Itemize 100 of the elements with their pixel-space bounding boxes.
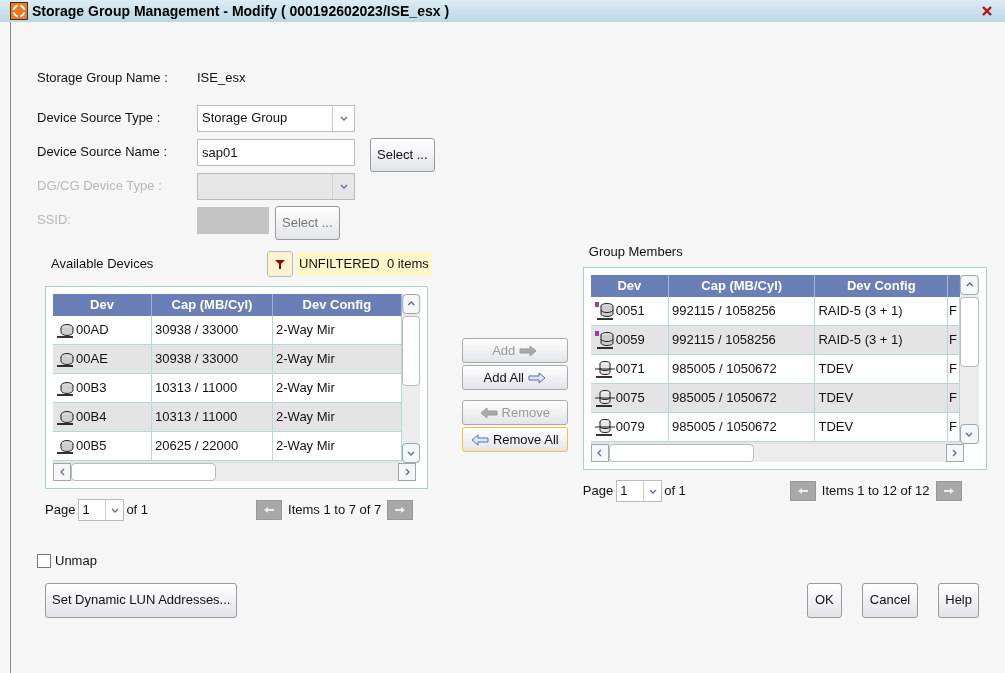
table-row[interactable]: 00B5 20625 / 22000 2-Way Mir xyxy=(53,432,402,461)
table-cell-text: RAID-5 (3 + 1) xyxy=(818,331,903,350)
left-arrow-icon xyxy=(470,433,489,446)
ssid-field[interactable] xyxy=(197,206,269,234)
flagged-disk-stack-icon xyxy=(593,302,616,320)
table-cell-text: 985005 / 1050672 xyxy=(672,418,777,437)
table-cell-text: 2-Way Mir xyxy=(276,408,335,427)
right-arrow-icon xyxy=(528,371,546,384)
table-row[interactable]: 00B4 10313 / 11000 2-Way Mir xyxy=(53,403,402,432)
field-label: SSID: xyxy=(37,211,72,230)
field-label: DG/CG Device Type : xyxy=(37,177,163,196)
table-cell-text: RAID-5 (3 + 1) xyxy=(818,302,903,321)
scroll-right-icon xyxy=(404,468,410,476)
table-cell-text: 10313 / 11000 xyxy=(155,379,238,398)
left-arrow-icon xyxy=(479,406,498,419)
table-cell-text: 985005 / 1050672 xyxy=(672,360,777,379)
table-cell-text: 00AD xyxy=(76,321,109,340)
table-cell-text: TDEV xyxy=(818,418,854,437)
next-page-button[interactable] xyxy=(387,500,414,520)
storage-group-name: ISE_esx xyxy=(197,69,246,88)
app-logo-icon xyxy=(10,2,28,20)
left-arrow-icon xyxy=(263,506,276,514)
filter-status: UNFILTERED 0 items xyxy=(296,252,432,276)
table-row[interactable]: 00AD 30938 / 33000 2-Way Mir xyxy=(53,316,402,345)
field-label: Device Source Name : xyxy=(37,143,169,162)
unmap-checkbox[interactable] xyxy=(37,553,51,568)
panel-title: Group Members xyxy=(588,243,684,262)
ok-button[interactable]: OK xyxy=(807,582,842,618)
page-label: Page xyxy=(45,501,76,520)
table-cell-text: 0059 xyxy=(615,331,645,350)
transfer-button[interactable]: Remove All xyxy=(461,427,568,452)
disk-icon xyxy=(56,322,76,338)
scroll-left-icon xyxy=(59,468,65,476)
table-row[interactable]: 0079 985005 / 1050672 TDEV F xyxy=(590,413,960,442)
table-cell-text: 2-Way Mir xyxy=(276,437,335,456)
scroll-left-icon xyxy=(597,449,603,457)
table-row[interactable]: 0075 985005 / 1050672 TDEV F xyxy=(590,384,960,413)
previous-page-button[interactable] xyxy=(256,500,283,520)
table-cell-text: 00AE xyxy=(76,350,108,369)
table-cell-text: TDEV xyxy=(818,360,854,379)
table-cell-text: 2-Way Mir xyxy=(276,350,335,369)
table-cell-text: F xyxy=(949,331,958,350)
page-combo[interactable]: 1 xyxy=(78,499,125,521)
dropdown-field[interactable] xyxy=(197,172,355,200)
table-cell-text: 0051 xyxy=(615,302,645,321)
select-button[interactable]: Select ... xyxy=(370,138,435,172)
table-cell-text: F xyxy=(949,360,958,379)
field-label: Device Source Type : xyxy=(37,109,162,128)
left-arrow-icon xyxy=(796,487,809,495)
table-cell-text: 00B4 xyxy=(76,408,107,427)
filter-icon xyxy=(275,259,285,269)
cancel-button[interactable]: Cancel xyxy=(861,582,919,618)
page-count: of 1 xyxy=(126,501,149,520)
table-cell-text: 2-Way Mir xyxy=(276,321,335,340)
table-cell-text: F xyxy=(949,389,958,408)
filter-button[interactable] xyxy=(267,251,293,277)
table-cell-text: 992115 / 1058256 xyxy=(672,331,776,350)
page-combo[interactable]: 1 xyxy=(616,480,663,502)
previous-page-button[interactable] xyxy=(789,481,816,501)
items-range: Items 1 to 12 of 12 xyxy=(821,482,930,501)
input-field[interactable]: sap01 xyxy=(197,138,355,166)
table-cell-text: 0071 xyxy=(615,360,645,379)
table-cell-text: 985005 / 1050672 xyxy=(672,389,777,408)
panel-title: Available Devices xyxy=(51,255,155,274)
table-row[interactable]: 0059 992115 / 1058256 RAID-5 (3 + 1) F xyxy=(590,326,960,355)
items-range: Items 1 to 7 of 7 xyxy=(288,501,382,520)
scroll-down-icon xyxy=(406,450,415,456)
table-row[interactable]: 00B3 10313 / 11000 2-Way Mir xyxy=(53,374,402,403)
disk-icon xyxy=(56,380,76,396)
flagged-disk-stack-icon xyxy=(593,331,616,349)
table-cell-text: F xyxy=(949,302,958,321)
scroll-right-icon xyxy=(952,449,958,457)
set-lun-button[interactable]: Set Dynamic LUN Addresses... xyxy=(45,582,238,618)
disk-icon xyxy=(56,438,76,454)
close-icon xyxy=(981,5,993,17)
scroll-down-icon xyxy=(965,431,974,437)
table-row[interactable]: 0071 985005 / 1050672 TDEV F xyxy=(590,355,960,384)
horizontal-scrollbar[interactable] xyxy=(53,463,416,481)
table-cell-text: 30938 / 33000 xyxy=(155,350,239,369)
vertical-scrollbar[interactable] xyxy=(959,275,979,444)
disk-icon xyxy=(56,351,76,367)
table-cell-text: TDEV xyxy=(818,389,854,408)
table-cell-text: F xyxy=(949,418,958,437)
next-page-button[interactable] xyxy=(935,481,962,501)
window-title: Storage Group Management - Modify ( 000192602023/ISE_esx ) xyxy=(32,1,450,21)
right-arrow-icon xyxy=(394,506,407,514)
help-button[interactable]: Help xyxy=(938,582,979,618)
table-cell-text: 10313 / 11000 xyxy=(155,408,238,427)
table-cell-text: 0079 xyxy=(615,418,645,437)
scroll-up-icon xyxy=(965,282,974,288)
table-row[interactable]: 0051 992115 / 1058256 RAID-5 (3 + 1) F xyxy=(590,297,960,326)
right-arrow-icon xyxy=(519,344,538,357)
transfer-button[interactable]: Add All xyxy=(461,365,568,390)
checkbox-label: Unmap xyxy=(55,552,97,570)
right-arrow-icon xyxy=(942,487,955,495)
horizontal-scrollbar[interactable] xyxy=(590,444,964,462)
table-cell-text: 00B5 xyxy=(76,437,107,456)
dropdown-field[interactable]: Storage Group xyxy=(197,104,355,132)
table-row[interactable]: 00AE 30938 / 33000 2-Way Mir xyxy=(53,345,402,374)
page-count: of 1 xyxy=(664,482,686,501)
